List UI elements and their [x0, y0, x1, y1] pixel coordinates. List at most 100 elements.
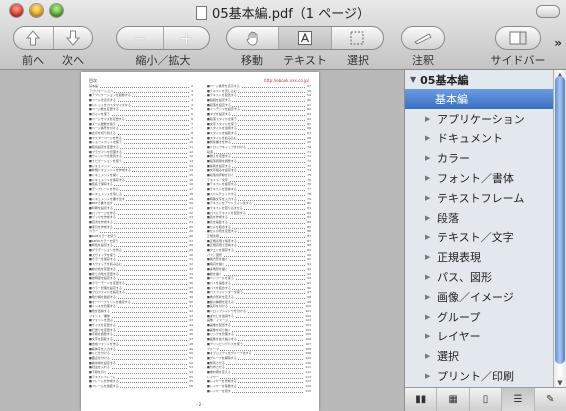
- toc-entry-title: ■リンクを管理する: [207, 332, 235, 337]
- toc-entry-title: ■整列させる: [207, 360, 226, 365]
- back-label: 前へ: [22, 54, 44, 67]
- toc-entry-title: ■段落間隔を調整する: [207, 159, 238, 163]
- zoom-label: 縮小／拡大: [135, 54, 191, 67]
- disclosure-closed-icon[interactable]: ▶: [425, 115, 431, 123]
- toc-entry-title: ■カラーモードを変更する: [89, 280, 126, 285]
- toc-entry-title: ■印刷を設定する: [89, 205, 114, 210]
- toc-entry-title: ■揃えを変更する: [207, 154, 232, 159]
- toc-entry-title: ■プロファイルを指定する: [89, 290, 126, 295]
- toc-entry-title: ■パッケージを作る: [89, 210, 117, 215]
- disclosure-closed-icon[interactable]: ▶: [425, 253, 431, 261]
- grid-icon: ▦: [448, 394, 458, 405]
- preview-window: 05基本編.pdf（1 ページ） 前へ 次へ − + 縮小／拡大 移動 テキスト…: [0, 0, 566, 411]
- outline-item[interactable]: ▶ 選択: [405, 346, 554, 366]
- toc-entry-title: ■表示を切り替える: [89, 130, 117, 135]
- disclosure-closed-icon[interactable]: ▶: [425, 372, 431, 380]
- outline-root[interactable]: ▼ 05基本編: [405, 70, 554, 89]
- disclosure-closed-icon[interactable]: ▶: [425, 233, 431, 241]
- outline-item-label: 段落: [437, 211, 459, 225]
- marquee-select-icon: [350, 31, 364, 45]
- outline-item-label: プリント／印刷: [437, 370, 514, 384]
- outline-item[interactable]: ▶ プリント／印刷: [405, 366, 554, 386]
- toc-entry-title: ■割注を入れる: [89, 365, 111, 370]
- toc-entry-title: ■テキストをアウトライン化する: [207, 201, 253, 206]
- toc-entry-title: ■ガイドを使う: [89, 112, 111, 117]
- outline-item[interactable]: ▶ テキストフレーム: [405, 188, 554, 208]
- outline-item[interactable]: ▶ グループ: [405, 307, 554, 327]
- toc-entry[interactable]: ■フレームを連結する 56: [89, 384, 193, 389]
- toc-entry[interactable]: ■レイヤーを隠す 115: [207, 388, 311, 394]
- outline-scrollbar[interactable]: ▲ ▼: [553, 70, 566, 388]
- annotate-button[interactable]: [402, 27, 444, 49]
- toc-entry-title: ■ウィンドウを整列する: [89, 154, 123, 159]
- back-button[interactable]: [14, 27, 53, 49]
- outline-list: ▼ 05基本編 基本編 ▶ アプリケーション ▶ ドキュメント ▶ カラー ▶ フォント／書体 ▶…: [405, 70, 554, 386]
- forward-button[interactable]: [52, 27, 93, 49]
- hand-icon: [246, 31, 258, 46]
- toc-entry-title: ■下線を引く: [89, 369, 108, 374]
- toc-entry-title: ■ショートカットを使う: [89, 140, 123, 145]
- toc-entry-title: ■インキを管理する: [89, 304, 117, 309]
- toc-entry-title: ■線の色を変更する: [89, 266, 117, 271]
- toc-entry-page: 115: [304, 388, 311, 394]
- disclosure-closed-icon[interactable]: ▶: [425, 134, 431, 142]
- annotations-view-button[interactable]: ✎: [533, 388, 566, 411]
- disclosure-closed-icon[interactable]: ▶: [425, 273, 431, 281]
- list-icon: ☰: [513, 394, 523, 405]
- pencil-icon: [414, 33, 432, 45]
- sidebar-icon: [509, 31, 527, 45]
- toc-entry-title: ■テキストを置換する: [207, 187, 238, 192]
- toc-entry-title: ■塗りの色を変更する: [89, 271, 120, 276]
- thumbnail-view-button[interactable]: ▮▮: [405, 388, 436, 411]
- outline-item[interactable]: ▶ テキスト／文字: [405, 228, 554, 248]
- toc-entry-title: ■カラー管理を設定する: [89, 285, 123, 290]
- zoom-in-button[interactable]: +: [162, 27, 210, 49]
- toolbar-toggle-button[interactable]: [536, 5, 560, 18]
- disclosure-closed-icon[interactable]: ▶: [425, 352, 431, 360]
- document-canvas[interactable]: 目次 http://ebook.xxx.co.jp/ 基本編 2 アプリケーション 3…: [0, 70, 404, 411]
- move-tool-button[interactable]: [227, 27, 278, 49]
- outline-item[interactable]: ▶ 正規表現: [405, 247, 554, 267]
- outline-view-button[interactable]: ☰: [501, 388, 534, 411]
- toc-entry-title: ■ズーム機能を使う: [89, 121, 117, 126]
- toc-entry-title: ■テンプレートを作る: [89, 187, 120, 192]
- toc-entry-title: ■段組を設定する: [207, 98, 232, 103]
- zoom-out-button[interactable]: −: [117, 27, 163, 49]
- scroll-thumb[interactable]: [555, 76, 565, 364]
- toc-entry-title: ■ドキュメントを開く: [89, 173, 120, 178]
- outline-item[interactable]: ▶ 画像／イメージ: [405, 287, 554, 307]
- pdf-page[interactable]: 目次 http://ebook.xxx.co.jp/ 基本編 2 アプリケーション 3…: [81, 72, 319, 411]
- outline-item[interactable]: ▶ レイヤー: [405, 327, 554, 347]
- disclosure-closed-icon[interactable]: ▶: [425, 293, 431, 301]
- outline-item[interactable]: ▶ ドキュメント: [405, 129, 554, 149]
- disclosure-closed-icon[interactable]: ▶: [425, 313, 431, 321]
- disclosure-closed-icon[interactable]: ▶: [425, 214, 431, 222]
- outline-item[interactable]: ▶ パス、図形: [405, 267, 554, 287]
- disclosure-closed-icon[interactable]: ▶: [425, 154, 431, 162]
- toc-entry-title: ■セルの色を変更する: [207, 229, 238, 234]
- toolbar-overflow-button[interactable]: »: [554, 36, 562, 50]
- outline-item[interactable]: ▶ アプリケーション: [405, 109, 554, 129]
- back-forward-control: [13, 26, 93, 50]
- toc-entry-title: ■色を置換する: [89, 309, 111, 313]
- title-toolbar: 05基本編.pdf（1 ページ） 前へ 次へ − + 縮小／拡大 移動 テキスト…: [0, 0, 566, 70]
- toc-entry-title: ■ルビを付ける: [89, 351, 111, 356]
- toc-entry-title: ■パスにテキストを配置する: [207, 210, 247, 215]
- single-thumbnail-button[interactable]: ▯: [468, 388, 501, 411]
- outline-item[interactable]: ▶ カラー: [405, 148, 554, 168]
- text-tool-button[interactable]: [278, 27, 331, 49]
- outline-item-label: パス、図形: [437, 271, 492, 285]
- sidebar-toggle-button[interactable]: [496, 27, 540, 49]
- toc-entry-title: ■特色を設定する: [89, 243, 114, 248]
- disclosure-closed-icon[interactable]: ▶: [425, 194, 431, 202]
- disclosure-closed-icon[interactable]: ▶: [425, 332, 431, 340]
- sidebar-view-bar: ▮▮ ▦ ▯ ☰ ✎: [405, 387, 566, 411]
- outline-item[interactable]: 基本編: [405, 89, 554, 109]
- outline-item[interactable]: ▶ フォント／書体: [405, 168, 554, 188]
- disclosure-closed-icon[interactable]: ▶: [425, 174, 431, 182]
- contact-sheet-button[interactable]: ▦: [436, 388, 468, 411]
- select-tool-button[interactable]: [330, 27, 383, 49]
- toc-entry-title: ■スタイルを適用する: [207, 126, 238, 131]
- disclosure-open-icon[interactable]: ▼: [410, 75, 416, 84]
- outline-item[interactable]: ▶ 段落: [405, 208, 554, 228]
